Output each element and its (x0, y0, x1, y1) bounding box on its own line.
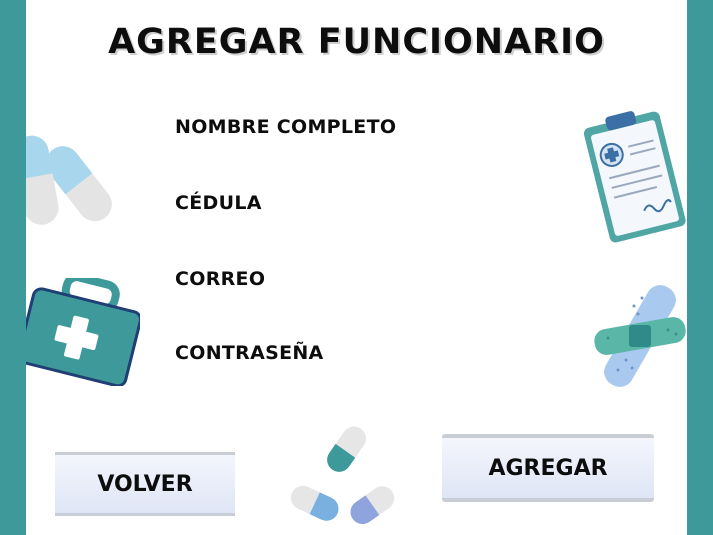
capsules-icon (290, 426, 395, 525)
first-aid-kit-icon (26, 278, 140, 386)
bandage-icon (594, 285, 686, 387)
password-input[interactable] (175, 366, 559, 396)
email-label: CORREO (175, 268, 266, 290)
pills-icon (26, 135, 112, 225)
full-name-label: NOMBRE COMPLETO (175, 116, 397, 138)
left-side-bar (0, 0, 26, 535)
id-number-input[interactable] (175, 216, 559, 246)
clipboard-icon (583, 111, 686, 243)
page-title: AGREGAR FUNCIONARIO (108, 22, 605, 62)
back-button[interactable]: VOLVER (55, 452, 235, 516)
right-side-bar (687, 0, 713, 535)
full-name-input[interactable] (175, 140, 559, 170)
email-input[interactable] (175, 292, 559, 322)
id-number-label: CÉDULA (175, 192, 262, 214)
password-label: CONTRASEÑA (175, 342, 324, 364)
add-button[interactable]: AGREGAR (442, 434, 654, 502)
